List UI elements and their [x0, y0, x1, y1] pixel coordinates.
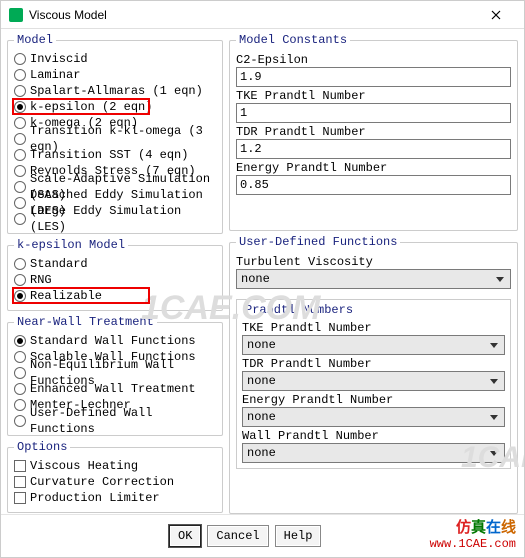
watermark-url: www.1CAE.com — [430, 538, 516, 551]
constants-group: Model Constants C2-Epsilon TKE Prandtl N… — [229, 33, 518, 231]
p-wall-select[interactable]: none — [242, 443, 505, 463]
opt-curvature[interactable]: Curvature Correction — [14, 474, 216, 490]
p-energy-label: Energy Prandtl Number — [242, 393, 505, 407]
chevron-down-icon — [486, 409, 502, 425]
near-wall-group: Near-Wall Treatment Standard Wall Functi… — [7, 315, 223, 436]
close-button[interactable] — [476, 3, 516, 27]
nw-enhanced[interactable]: Enhanced Wall Treatment — [14, 381, 216, 397]
ke-realizable[interactable]: Realizable — [14, 288, 216, 304]
model-trans-sst[interactable]: Transition SST (4 eqn) — [14, 147, 216, 163]
titlebar: Viscous Model — [1, 1, 524, 29]
model-legend: Model — [14, 33, 56, 47]
p-energy-select[interactable]: none — [242, 407, 505, 427]
nw-standard[interactable]: Standard Wall Functions — [14, 333, 216, 349]
near-wall-legend: Near-Wall Treatment — [14, 315, 157, 329]
chevron-down-icon — [492, 271, 508, 287]
model-les[interactable]: Large Eddy Simulation (LES) — [14, 211, 216, 227]
p-tdr-label: TDR Prandtl Number — [242, 357, 505, 371]
chevron-down-icon — [486, 445, 502, 461]
energy-input[interactable] — [236, 175, 511, 195]
chevron-down-icon — [486, 373, 502, 389]
window-title: Viscous Model — [29, 8, 476, 22]
energy-label: Energy Prandtl Number — [236, 161, 511, 175]
viscous-model-dialog: Viscous Model 1CAE.COM 1CAE.C Model Invi… — [0, 0, 525, 558]
model-group: Model Inviscid Laminar Spalart-Allmaras … — [7, 33, 223, 234]
chevron-down-icon — [486, 337, 502, 353]
udf-group: User-Defined Functions Turbulent Viscosi… — [229, 235, 518, 514]
ke-model-group: k-epsilon Model Standard RNG Realizable — [7, 238, 223, 311]
p-tdr-select[interactable]: none — [242, 371, 505, 391]
nw-user[interactable]: User-Defined Wall Functions — [14, 413, 216, 429]
model-k-epsilon[interactable]: k-epsilon (2 eqn) — [14, 99, 216, 115]
turb-visc-label: Turbulent Viscosity — [236, 255, 511, 269]
footer: OK Cancel Help 仿真在线 www.1CAE.com — [1, 514, 524, 557]
model-laminar[interactable]: Laminar — [14, 67, 216, 83]
nw-noneq[interactable]: Non-Equilibrium Wall Functions — [14, 365, 216, 381]
options-group: Options Viscous Heating Curvature Correc… — [7, 440, 223, 513]
ke-standard[interactable]: Standard — [14, 256, 216, 272]
p-wall-label: Wall Prandtl Number — [242, 429, 505, 443]
model-spalart[interactable]: Spalart-Allmaras (1 eqn) — [14, 83, 216, 99]
model-inviscid[interactable]: Inviscid — [14, 51, 216, 67]
ke-model-legend: k-epsilon Model — [14, 238, 128, 252]
watermark-top: 仿真在线 — [430, 521, 516, 538]
model-trans-kkl[interactable]: Transition k-kl-omega (3 eqn) — [14, 131, 216, 147]
tdr-input[interactable] — [236, 139, 511, 159]
close-icon — [491, 10, 501, 20]
page-watermark: 仿真在线 www.1CAE.com — [430, 521, 516, 551]
app-icon — [9, 8, 23, 22]
opt-viscous-heating[interactable]: Viscous Heating — [14, 458, 216, 474]
turb-visc-select[interactable]: none — [236, 269, 511, 289]
options-legend: Options — [14, 440, 70, 454]
tke-label: TKE Prandtl Number — [236, 89, 511, 103]
prandtl-legend: Prandtl Numbers — [242, 303, 356, 317]
help-button[interactable]: Help — [275, 525, 322, 547]
p-tke-label: TKE Prandtl Number — [242, 321, 505, 335]
prandtl-group: Prandtl Numbers TKE Prandtl Number none … — [236, 299, 511, 469]
c2-input[interactable] — [236, 67, 511, 87]
cancel-button[interactable]: Cancel — [207, 525, 268, 547]
tke-input[interactable] — [236, 103, 511, 123]
p-tke-select[interactable]: none — [242, 335, 505, 355]
tdr-label: TDR Prandtl Number — [236, 125, 511, 139]
constants-legend: Model Constants — [236, 33, 350, 47]
ok-button[interactable]: OK — [169, 525, 201, 547]
c2-label: C2-Epsilon — [236, 53, 511, 67]
opt-production[interactable]: Production Limiter — [14, 490, 216, 506]
ke-rng[interactable]: RNG — [14, 272, 216, 288]
udf-legend: User-Defined Functions — [236, 235, 400, 249]
